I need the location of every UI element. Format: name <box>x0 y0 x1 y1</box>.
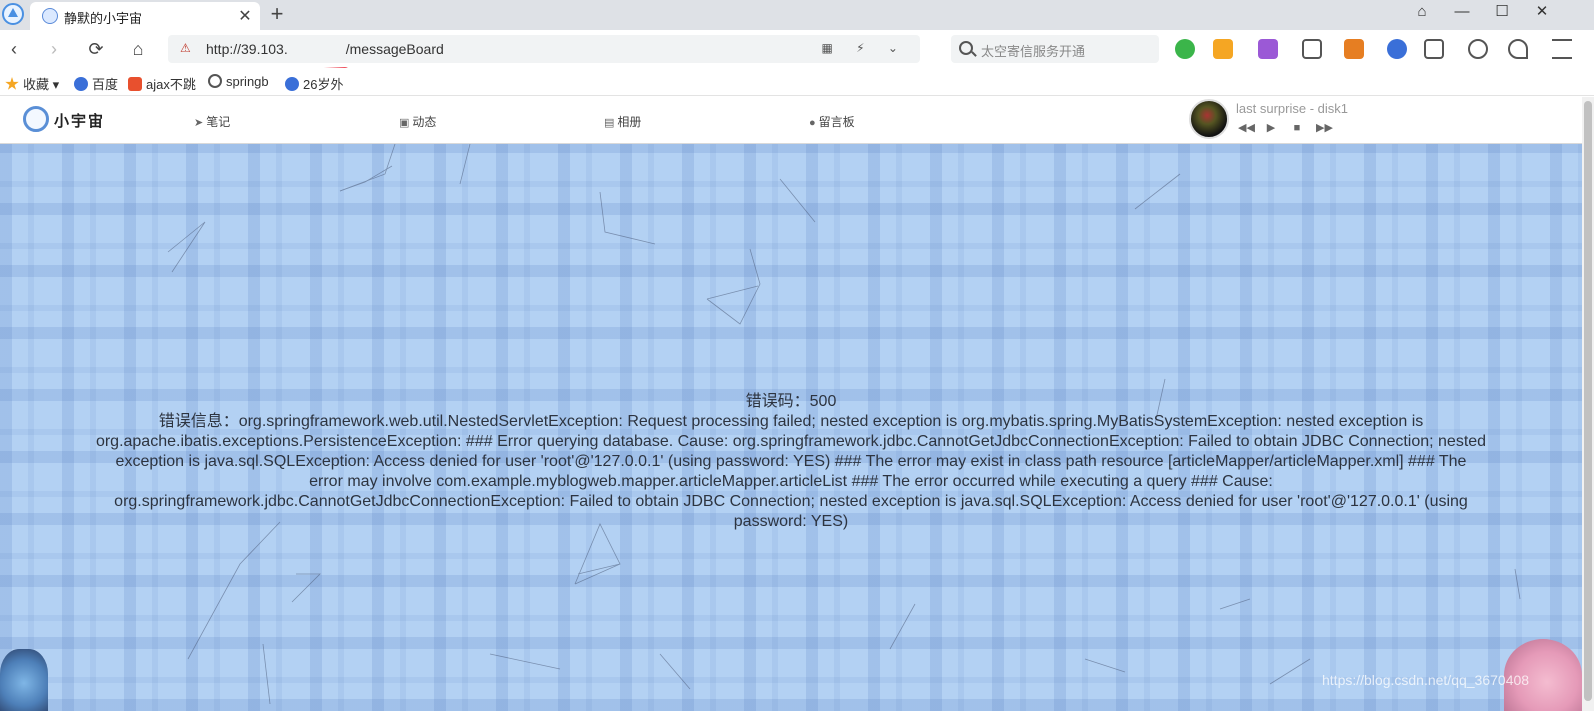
error-detail-line: password: YES) <box>733 513 849 530</box>
tab-close-icon[interactable]: ✕ <box>235 6 255 26</box>
maximize-button[interactable]: ☐ <box>1488 2 1516 24</box>
menu-icon[interactable] <box>1552 39 1572 59</box>
next-track-icon[interactable]: ▶▶ <box>1316 121 1333 135</box>
tab-title: 静默的小宇宙 <box>64 11 143 26</box>
site-favicon-icon <box>42 8 58 24</box>
bookmark-26[interactable]: 26岁外 <box>285 74 343 93</box>
browser-logo-icon[interactable] <box>2 3 24 25</box>
translate-icon[interactable] <box>1258 39 1278 59</box>
back-button[interactable]: ‹ <box>2 37 26 61</box>
site-logo-text[interactable]: 小宇宙 <box>54 110 105 131</box>
search-input[interactable]: 太空寄信服务开通 <box>981 41 1085 60</box>
site-header: 小宇宙 ➤ 笔记 ▣ 动态 ▤ 相册 ● 留言板 last surprise - dis… <box>0 97 1582 144</box>
error-message: 错误码：500 错误信息：org.springframework.web.uti… <box>6 392 1576 532</box>
site-logo-icon[interactable] <box>23 106 49 132</box>
bookmark-favorites[interactable]: 收藏 ▾ <box>5 74 59 93</box>
home-button[interactable]: ⌂ <box>126 37 150 61</box>
scissors-icon[interactable] <box>1302 39 1322 59</box>
nav-message-board[interactable]: ● 留言板 <box>809 113 855 130</box>
close-window-button[interactable]: ✕ <box>1528 2 1556 24</box>
nav-moments[interactable]: ▣ 动态 <box>399 113 436 130</box>
new-tab-button[interactable]: + <box>266 2 288 26</box>
search-box[interactable]: 太空寄信服务开通 <box>951 35 1159 63</box>
url-text: http://39.103./messageBoard <box>206 41 444 57</box>
reload-button[interactable]: ⟳ <box>84 37 108 61</box>
star-icon <box>5 77 19 90</box>
c-icon <box>128 77 142 91</box>
error-page-background: 错误码：500 错误信息：org.springframework.web.uti… <box>0 144 1582 711</box>
address-tools-icons[interactable]: ▦ ⚡ ⌄ <box>822 41 909 55</box>
minimize-button[interactable]: — <box>1448 2 1476 24</box>
page-scrollbar[interactable] <box>1582 97 1594 711</box>
nav-notes[interactable]: ➤ 笔记 <box>194 113 230 130</box>
spring-icon <box>208 74 222 88</box>
undo-icon[interactable] <box>1508 39 1528 59</box>
browser-title-bar: 静默的小宇宙 ✕ + ⌂ — ☐ ✕ <box>0 0 1594 30</box>
grid-icon[interactable] <box>1424 39 1444 59</box>
robot-icon: ▣ <box>399 117 410 129</box>
extension-chat-icon[interactable] <box>1175 39 1195 59</box>
bookmark-spring[interactable]: springb <box>208 74 269 89</box>
error-detail-line: 错误信息：org.springframework.web.util.Nested… <box>158 413 1424 430</box>
pin-icon[interactable]: ⌂ <box>1408 2 1436 24</box>
mascot-left-image <box>0 649 48 711</box>
album-art[interactable] <box>1189 99 1229 139</box>
game-icon[interactable] <box>1344 39 1364 59</box>
comment-icon: ● <box>809 117 816 129</box>
watermark: https://blog.csdn.net/qq_3670408 <box>1322 672 1530 688</box>
browser-toolbar: ‹ › ⟳ ⌂ ⚠ http://39.103./messageBoard ▦ … <box>0 30 1594 87</box>
stop-icon[interactable]: ■ <box>1290 121 1304 135</box>
send-icon: ➤ <box>194 117 204 129</box>
error-code: 错误码：500 <box>745 393 837 410</box>
nav-album[interactable]: ▤ 相册 <box>604 113 641 130</box>
scroll-thumb[interactable] <box>1584 101 1592 701</box>
error-detail-line: exception is java.sql.SQLException: Acce… <box>115 453 1467 470</box>
search-icon <box>959 41 973 55</box>
insecure-icon[interactable]: ⚠ <box>180 41 191 55</box>
prev-track-icon[interactable]: ◀◀ <box>1238 121 1255 135</box>
paw-icon <box>74 77 88 91</box>
bookmark-ajax[interactable]: ajax不跳 <box>128 74 196 93</box>
paw-icon <box>285 77 299 91</box>
forward-button[interactable]: › <box>42 37 66 61</box>
error-detail-line: error may involve com.example.myblogweb.… <box>309 473 1273 490</box>
error-detail-line: org.apache.ibatis.exceptions.Persistence… <box>95 433 1487 450</box>
brightness-icon[interactable] <box>1468 39 1488 59</box>
bookmarks-bar: 收藏 ▾ 百度 ajax不跳 springb 26岁外 <box>0 68 1594 96</box>
error-detail-line: org.springframework.jdbc.CannotGetJdbcCo… <box>114 493 1468 510</box>
bookmark-baidu[interactable]: 百度 <box>74 74 118 93</box>
image-icon: ▤ <box>604 117 615 129</box>
magnifier-icon[interactable] <box>1387 39 1407 59</box>
song-title: last surprise - disk1 <box>1236 101 1348 116</box>
extension-coin-icon[interactable] <box>1213 39 1233 59</box>
address-bar[interactable]: ⚠ http://39.103./messageBoard ▦ ⚡ ⌄ <box>168 35 920 63</box>
browser-tab[interactable]: 静默的小宇宙 ✕ <box>30 2 260 30</box>
play-icon[interactable]: ▶ <box>1264 121 1278 135</box>
